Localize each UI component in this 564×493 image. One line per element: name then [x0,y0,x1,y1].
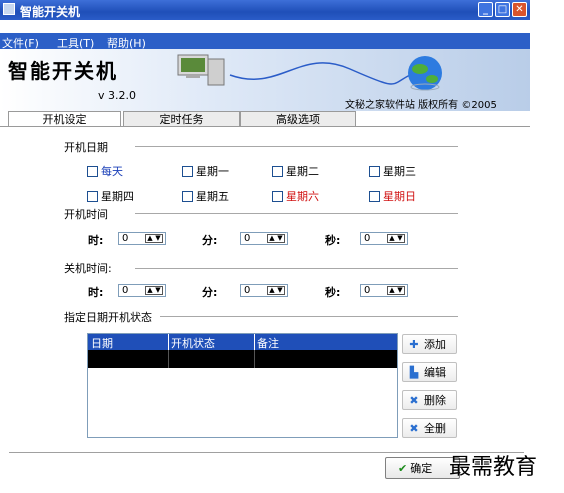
watermark-text: 最需教育 [449,455,538,480]
day-saturday-checkbox[interactable]: 星期六 [272,188,319,204]
app-window: 智能开关机 _ □ ✕ 文件(F) 工具(T) 帮助(H) 智能开关机 v 3.… [0,0,530,493]
column-separator [168,334,169,350]
check-icon: ✔ [398,461,408,475]
table-row[interactable] [88,350,397,368]
boot-time-title: 开机时间 [64,208,108,221]
boot-days-title: 开机日期 [64,141,108,154]
title-bar: 智能开关机 _ □ ✕ [0,0,530,20]
plus-icon: ✚ [409,337,419,351]
shutdown-time-title: 关机时间: [64,262,112,275]
edit-button[interactable]: ▙ 编辑 [402,362,457,382]
day-friday-checkbox[interactable]: 星期五 [182,188,229,204]
boot-hour-spinner[interactable]: 0 ▲ ▼ [118,232,166,245]
row-separator [168,350,169,368]
maximize-button[interactable]: □ [495,2,510,17]
day-monday-checkbox[interactable]: 星期一 [182,163,229,179]
boot-hour-label: 时: [88,234,104,247]
shutdown-hour-label: 时: [88,286,104,299]
boot-second-label: 秒: [325,234,341,247]
boot-days-divider [135,146,458,147]
boot-minute-spinner[interactable]: 0 ▲ ▼ [240,232,288,245]
tab-boot-settings[interactable]: 开机设定 [8,111,121,127]
date-status-divider [160,316,458,317]
add-button[interactable]: ✚ 添加 [402,334,457,354]
app-logo: 智能开关机 [8,59,118,83]
cable-line [229,62,411,85]
tab-scheduled-tasks[interactable]: 定时任务 [123,111,240,126]
date-status-title: 指定日期开机状态 [64,311,152,324]
column-date[interactable]: 日期 [91,335,113,351]
day-thursday-checkbox[interactable]: 星期四 [87,188,134,204]
shutdown-minute-spinner[interactable]: 0 ▲ ▼ [240,284,288,297]
boot-time-divider [135,213,458,214]
boot-minute-label: 分: [202,234,218,247]
computer-icon [177,54,225,86]
shutdown-second-label: 秒: [325,286,341,299]
app-icon [3,3,15,15]
shutdown-second-spinner[interactable]: 0 ▲ ▼ [360,284,408,297]
shutdown-time-divider [135,268,458,269]
shutdown-hour-spinner[interactable]: 0 ▲ ▼ [118,284,166,297]
day-wednesday-checkbox[interactable]: 星期三 [369,163,416,179]
table-header: 日期 开机状态 备注 [88,334,397,350]
tab-advanced[interactable]: 高级选项 [240,111,356,126]
window-title: 智能开关机 [20,5,81,19]
column-notes[interactable]: 备注 [257,335,279,351]
document-icon: ▙ [409,365,419,379]
row-separator [254,350,255,368]
date-status-table[interactable]: 日期 开机状态 备注 [87,333,398,438]
copyright-label: 文秘之家软件站 版权所有 ©2005 [345,100,497,111]
shutdown-minute-label: 分: [202,286,218,299]
footer-divider [9,452,524,453]
tab-panel-border [0,126,530,127]
minimize-button[interactable]: _ [478,2,493,17]
column-boot-status[interactable]: 开机状态 [171,335,215,351]
globe-icon [408,56,442,91]
delete-button[interactable]: ✖ 删除 [402,390,457,410]
day-sunday-checkbox[interactable]: 星期日 [369,188,416,204]
delete-all-button[interactable]: ✖ 全删 [402,418,457,438]
day-everyday-checkbox[interactable]: 每天 [87,163,123,179]
version-label: v 3.2.0 [98,89,136,102]
cross-icon: ✖ [409,393,419,407]
close-button[interactable]: ✕ [512,2,527,17]
day-tuesday-checkbox[interactable]: 星期二 [272,163,319,179]
boot-second-spinner[interactable]: 0 ▲ ▼ [360,232,408,245]
cross-icon: ✖ [409,421,419,435]
column-separator [254,334,255,350]
